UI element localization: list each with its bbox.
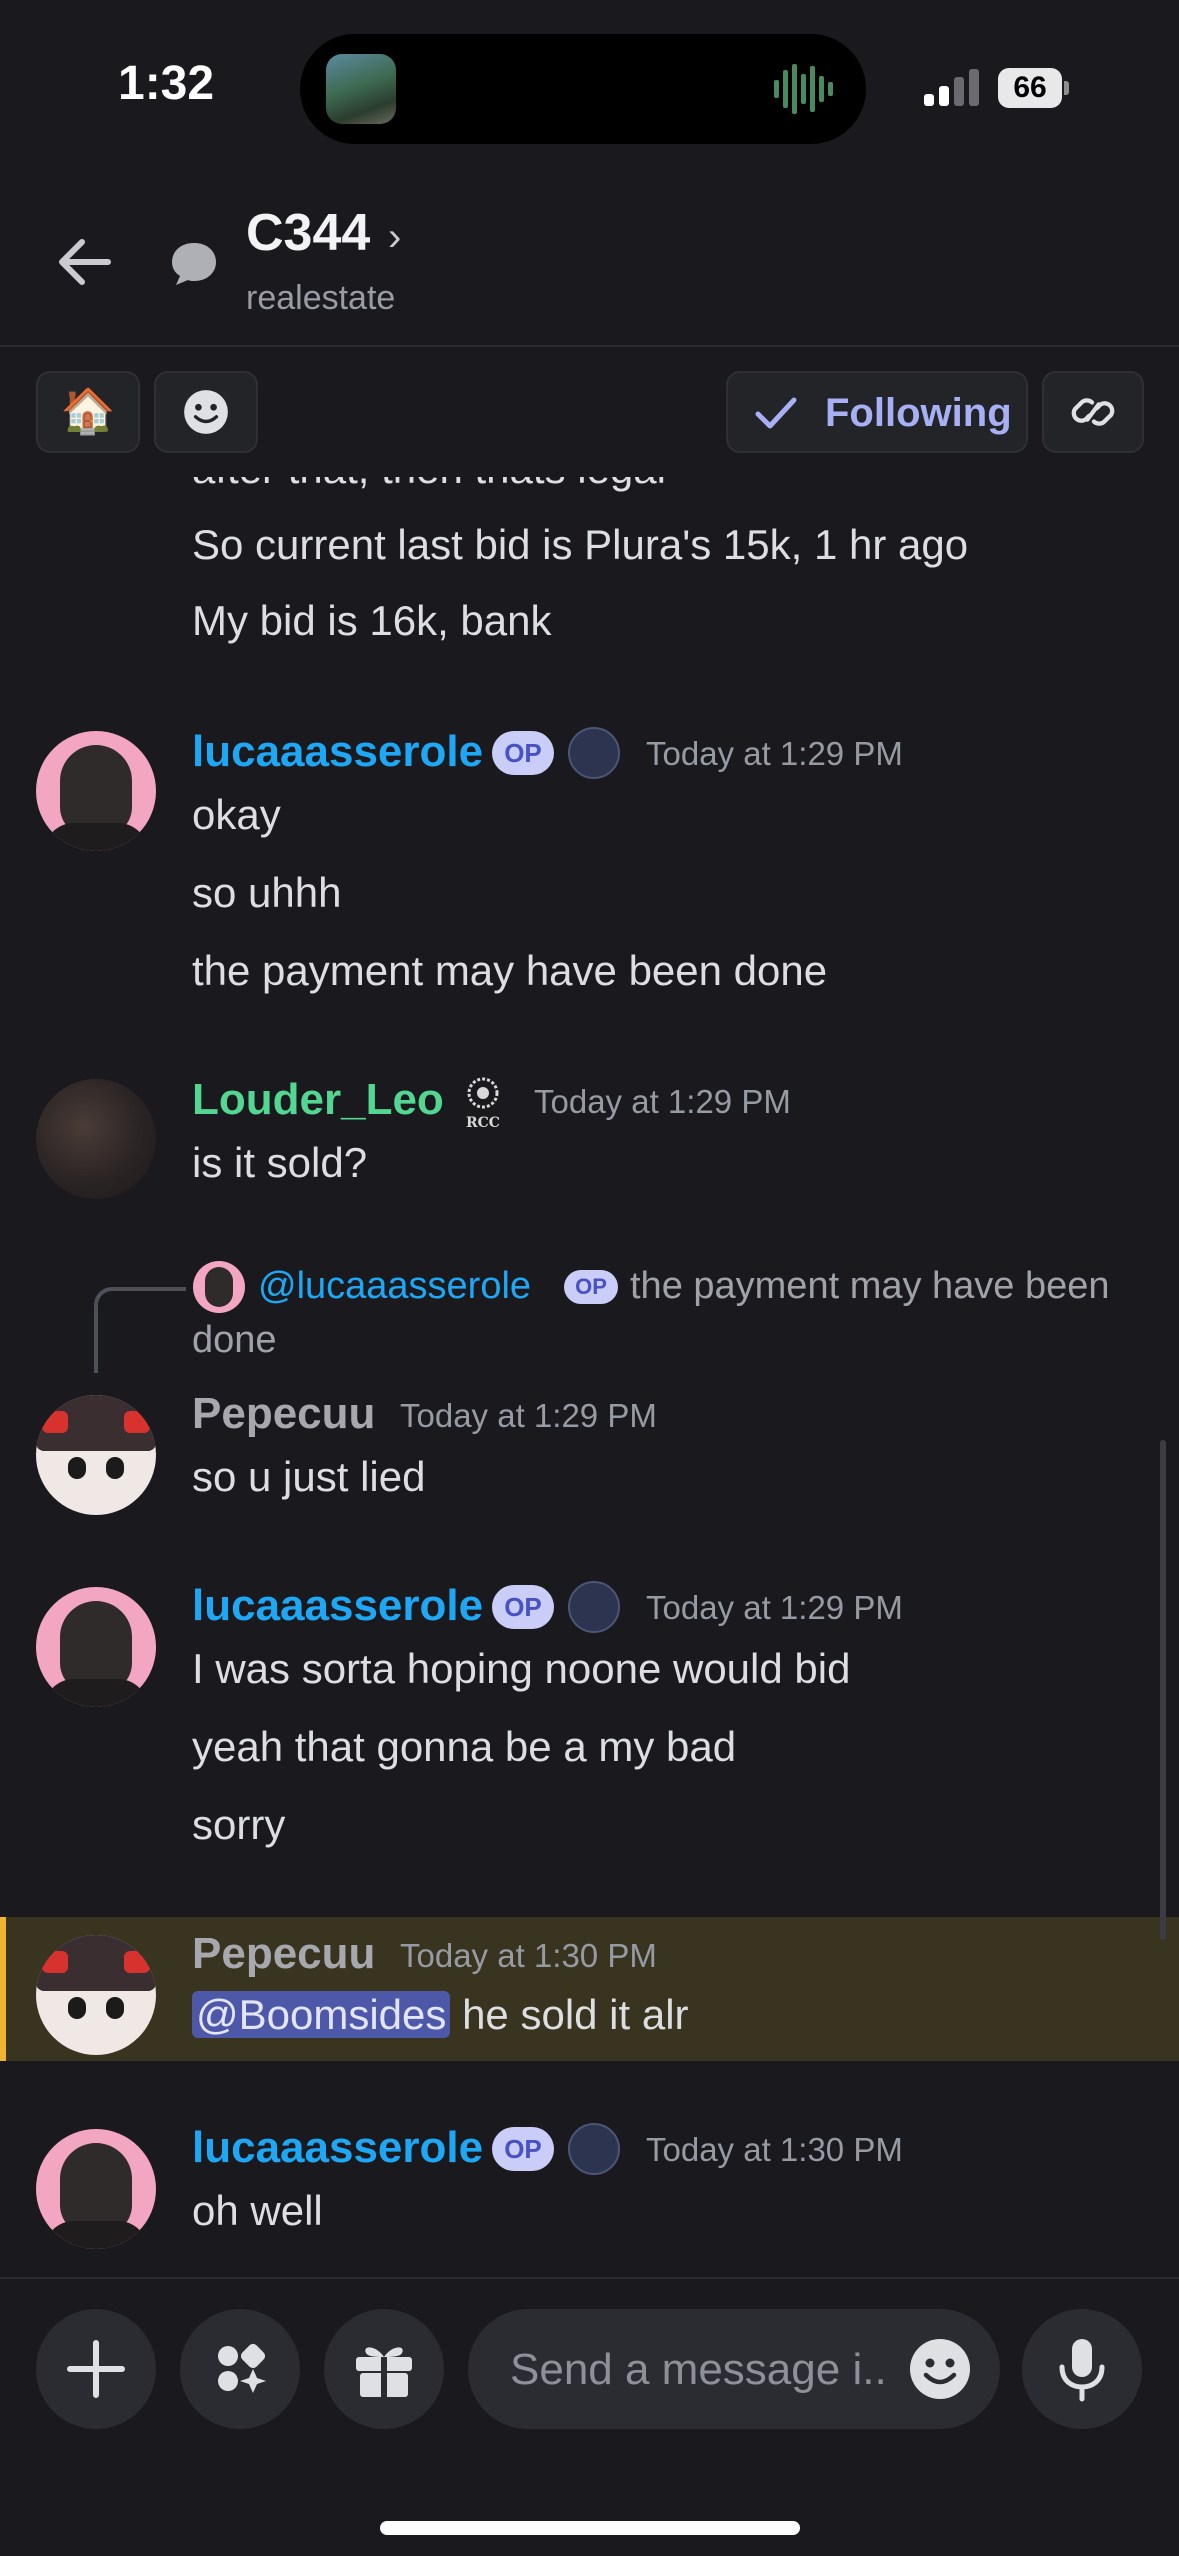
message-author[interactable]: lucaaasserole [192,2123,483,2173]
op-badge: OP [492,2127,554,2171]
channel-name[interactable]: realestate [246,279,395,318]
message-input-placeholder: Send a message i.. [510,2345,887,2394]
server-tag-icon [568,2123,620,2175]
op-badge: OP [492,731,554,775]
message-line: yeah that gonna be a my bad [192,1723,737,1770]
message-line: so u just lied [192,1453,426,1500]
message-line: so uhhh [192,869,342,916]
apps-icon [218,2343,266,2393]
message-line: @Boomsides he sold it alr [192,1991,689,2039]
message-timestamp: Today at 1:29 PM [534,1083,791,1120]
message-text: he sold it alr [450,1991,689,2038]
avatar[interactable] [36,731,156,851]
op-badge: OP [492,1585,554,1629]
battery-indicator: 66 [998,68,1069,108]
message-line: sorry [192,1801,286,1848]
rcc-badge-icon: RCC [466,1077,500,1129]
tag-house-chip[interactable]: 🏠 [36,371,140,453]
message-line: oh well [192,2187,323,2234]
reply-avatar[interactable] [193,1261,245,1313]
message-line: I was sorta hoping noone would bid [192,1645,851,1692]
avatar[interactable] [36,1079,156,1199]
message-line: My bid is 16k, bank [192,597,552,644]
thread-title[interactable]: C344 [246,203,370,263]
status-time: 1:32 [118,57,215,110]
avatar[interactable] [36,1935,156,2055]
battery-tip [1064,81,1069,95]
apps-button[interactable] [180,2309,300,2429]
reply-connector [94,1287,186,1373]
message-timestamp: Today at 1:29 PM [646,735,903,772]
message-author[interactable]: Pepecuu [192,1389,375,1439]
message-author[interactable]: lucaaasserole [192,1581,483,1631]
add-reaction-chip[interactable] [154,371,258,453]
reply-author[interactable]: @lucaaasserole [258,1265,531,1308]
status-bar: 1:32 66 [0,0,1179,175]
thread-header: C344 › realestate [0,175,1179,347]
dynamic-island [300,34,866,144]
message-timestamp: Today at 1:30 PM [646,2131,903,2168]
svg-text:RCC: RCC [466,1115,500,1129]
title-chevron-icon[interactable]: › [388,215,401,260]
following-label: Following [825,391,1012,435]
smiley-icon [184,390,228,434]
server-tag-icon [568,1581,620,1633]
avatar[interactable] [36,1587,156,1707]
scrollbar[interactable] [1160,1440,1166,1940]
following-button[interactable]: Following [726,371,1028,453]
avatar[interactable] [36,1395,156,1515]
link-icon [1071,398,1115,426]
mic-icon [1059,2339,1105,2402]
message-timestamp: Today at 1:29 PM [400,1397,657,1434]
plus-icon [67,2340,125,2398]
audio-waveform-icon [774,64,833,114]
op-badge: OP [564,1270,618,1304]
now-playing-thumbnail [326,54,396,124]
attach-button[interactable] [36,2309,156,2429]
message-list[interactable]: after that, then thats legal So current … [0,477,1179,2277]
thread-icon [172,243,216,285]
user-mention[interactable]: @Boomsides [192,1991,451,2038]
message-author[interactable]: lucaaasserole [192,727,483,777]
message-author[interactable]: Pepecuu [192,1929,375,1979]
back-arrow-icon[interactable] [50,227,120,297]
message-line: So current last bid is Plura's 15k, 1 hr… [192,521,969,568]
server-tag-icon [568,727,620,779]
message-line: after that, then thats legal [192,477,666,493]
reply-preview-text[interactable]: done [192,1319,277,1362]
check-icon [755,397,797,429]
message-timestamp: Today at 1:30 PM [400,1937,657,1974]
thread-tags-bar: 🏠 Following [0,347,1179,477]
message-input[interactable]: Send a message i.. [468,2309,1000,2429]
message-line: okay [192,791,281,838]
reply-preview-text[interactable]: the payment may have been [630,1265,1110,1308]
gift-button[interactable] [324,2309,444,2429]
message-line: is it sold? [192,1139,368,1186]
copy-link-button[interactable] [1042,371,1144,453]
avatar[interactable] [36,2129,156,2249]
voice-message-button[interactable] [1022,2309,1142,2429]
message-composer: Send a message i.. [0,2277,1179,2556]
gift-icon [356,2347,412,2397]
message-author[interactable]: Louder_Leo [192,1075,444,1125]
emoji-icon[interactable] [904,2333,976,2405]
battery-level: 66 [998,68,1062,108]
message-timestamp: Today at 1:29 PM [646,1589,903,1626]
home-indicator[interactable] [380,2521,800,2535]
cell-signal-icon [924,69,979,106]
message-line: the payment may have been done [192,947,828,994]
